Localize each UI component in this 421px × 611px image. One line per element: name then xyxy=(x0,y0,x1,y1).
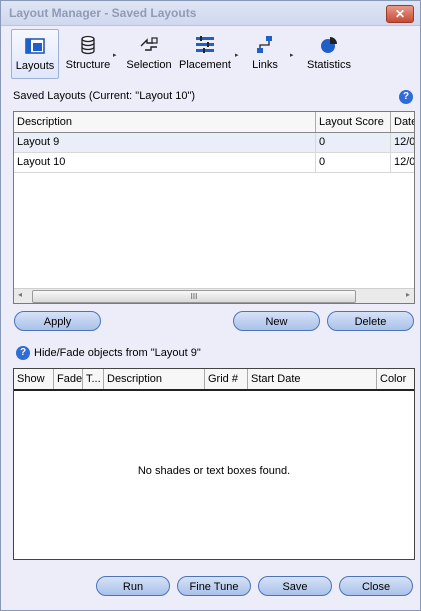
structure-dropdown-arrow[interactable]: ▸ xyxy=(113,51,117,59)
hide-fade-header: Show Fade T... Description Grid # Start … xyxy=(14,369,414,391)
toolbar-placement-button[interactable]: Placement xyxy=(177,29,233,77)
save-button[interactable]: Save xyxy=(258,576,332,596)
new-button[interactable]: New xyxy=(233,311,320,331)
toolbar-selection-button[interactable]: Selection xyxy=(125,29,173,77)
selection-icon xyxy=(140,37,158,51)
cell-layout-score: 0 xyxy=(316,133,391,152)
column-header-show[interactable]: Show xyxy=(14,369,54,389)
horizontal-scrollbar[interactable]: ◂ III ▸ xyxy=(14,288,414,303)
cell-date: 12/0 xyxy=(394,136,414,148)
title-bar[interactable]: Layout Manager - Saved Layouts ✕ xyxy=(1,1,420,26)
cell-date: 12/0 xyxy=(394,156,414,168)
toolbar-layouts-button[interactable]: Layouts xyxy=(11,29,59,79)
hide-fade-help-icon[interactable]: ? xyxy=(16,346,30,360)
hide-fade-grid: Show Fade T... Description Grid # Start … xyxy=(13,368,415,560)
links-icon xyxy=(257,36,272,53)
placement-dropdown-arrow[interactable]: ▸ xyxy=(235,51,239,59)
links-dropdown-arrow[interactable]: ▸ xyxy=(290,51,294,59)
toolbar-label: Placement xyxy=(179,59,231,71)
fine-tune-button[interactable]: Fine Tune xyxy=(177,576,251,596)
column-header-description[interactable]: Description xyxy=(104,369,205,389)
column-header-description[interactable]: Description xyxy=(14,112,316,132)
placement-icon xyxy=(196,36,214,53)
cell-description: Layout 9 xyxy=(14,133,316,152)
saved-layouts-label: Saved Layouts (Current: "Layout 10") xyxy=(13,90,196,102)
toolbar-links-button[interactable]: Links xyxy=(245,29,285,77)
delete-button[interactable]: Delete xyxy=(327,311,414,331)
database-icon xyxy=(81,35,95,55)
toolbar: Layouts Structure ▸ Selection Placement … xyxy=(7,29,413,79)
layouts-icon xyxy=(25,38,45,54)
column-header-grid-number[interactable]: Grid # xyxy=(205,369,248,389)
run-button[interactable]: Run xyxy=(96,576,170,596)
column-header-t[interactable]: T... xyxy=(83,369,104,389)
scroll-left-arrow[interactable]: ◂ xyxy=(18,290,22,299)
table-row[interactable]: Layout 9 0 12/0 xyxy=(14,133,414,153)
table-row[interactable]: Layout 10 0 12/0 xyxy=(14,153,414,173)
scroll-right-arrow[interactable]: ▸ xyxy=(406,290,410,299)
hide-fade-label: Hide/Fade objects from "Layout 9" xyxy=(34,347,201,359)
cell-description: Layout 10 xyxy=(14,153,316,172)
close-window-button[interactable]: ✕ xyxy=(386,5,414,23)
column-header-start-date[interactable]: Start Date xyxy=(248,369,377,389)
layout-manager-window: Layout Manager - Saved Layouts ✕ Layouts… xyxy=(0,0,421,611)
column-header-fade[interactable]: Fade xyxy=(54,369,83,389)
toolbar-statistics-button[interactable]: Statistics xyxy=(305,29,353,77)
toolbar-label: Layouts xyxy=(15,60,55,72)
toolbar-label: Statistics xyxy=(306,59,351,71)
apply-button[interactable]: Apply xyxy=(14,311,101,331)
saved-layouts-grid: Description Layout Score Date Layout 9 0… xyxy=(13,111,415,304)
pie-chart-icon xyxy=(321,37,337,53)
saved-layouts-header: Description Layout Score Date xyxy=(14,112,414,133)
scroll-thumb[interactable]: III xyxy=(32,290,356,303)
toolbar-label: Links xyxy=(252,59,278,71)
column-header-color[interactable]: Color xyxy=(377,369,414,389)
empty-message: No shades or text boxes found. xyxy=(137,465,291,477)
window-title: Layout Manager - Saved Layouts xyxy=(9,6,197,20)
close-button[interactable]: Close xyxy=(339,576,413,596)
toolbar-label: Structure xyxy=(65,59,111,71)
column-header-layout-score[interactable]: Layout Score xyxy=(316,112,391,132)
cell-layout-score: 0 xyxy=(316,153,391,172)
toolbar-structure-button[interactable]: Structure xyxy=(65,29,111,77)
toolbar-label: Selection xyxy=(126,59,172,71)
saved-layouts-help-icon[interactable]: ? xyxy=(399,90,413,104)
column-header-date[interactable]: Date xyxy=(391,112,414,132)
